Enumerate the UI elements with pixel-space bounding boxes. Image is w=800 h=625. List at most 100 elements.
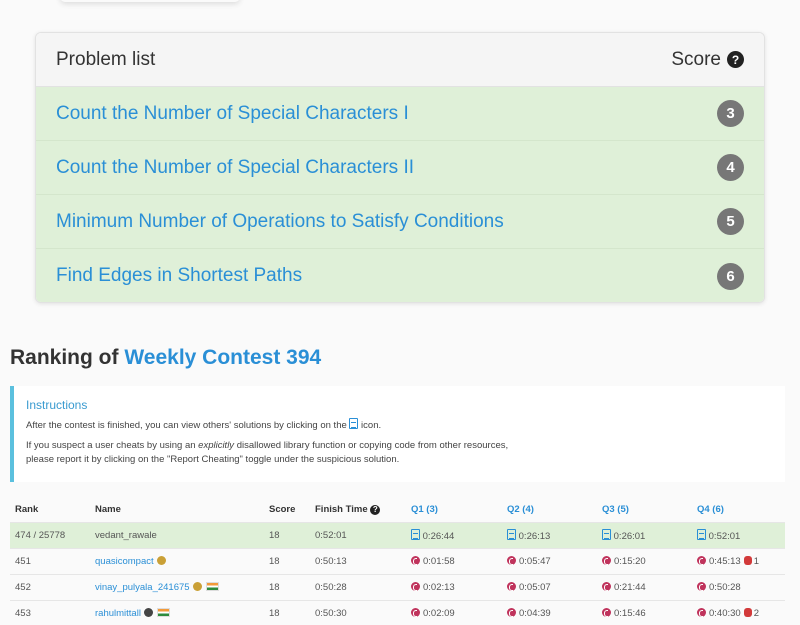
rank-cell: 451 bbox=[10, 547, 90, 574]
q1-time: 0:02:13 bbox=[423, 581, 455, 593]
table-row: 451 quasicompact 18 0:50:13 0:01:58 0:05… bbox=[10, 547, 785, 574]
penalty-count: 1 bbox=[753, 555, 759, 567]
instructions-text-1: After the contest is finished, you can v… bbox=[26, 418, 773, 433]
q4-time: 0:45:13 bbox=[709, 555, 741, 567]
header-q2[interactable]: Q2 (4) bbox=[502, 498, 597, 522]
q3-cell[interactable]: 0:15:20 bbox=[597, 547, 692, 574]
q1-cell[interactable]: 0:01:58 bbox=[406, 547, 502, 574]
solution-doc-icon bbox=[349, 418, 359, 429]
leetcode-icon[interactable] bbox=[602, 607, 611, 617]
bug-icon bbox=[743, 607, 752, 617]
leetcode-icon[interactable] bbox=[411, 555, 420, 565]
problem-row-1: Count the Number of Special Characters I… bbox=[36, 87, 764, 141]
leetcode-icon[interactable] bbox=[507, 607, 516, 617]
guardian-badge-icon bbox=[192, 581, 202, 591]
problem-row-3: Minimum Number of Operations to Satisfy … bbox=[36, 195, 764, 249]
instructions-text-2: If you suspect a user cheats by using an… bbox=[26, 439, 773, 467]
header-finish-label: Finish Time bbox=[315, 504, 368, 516]
q2-cell[interactable]: 0:26:13 bbox=[502, 521, 597, 548]
user-link[interactable]: quasicompact bbox=[95, 556, 154, 567]
question-circle-icon[interactable]: ? bbox=[727, 51, 744, 68]
header-finish: Finish Time ? bbox=[310, 498, 406, 522]
leetcode-icon[interactable] bbox=[697, 555, 706, 565]
problem-row-2: Count the Number of Special Characters I… bbox=[36, 141, 764, 195]
header-rank: Rank bbox=[15, 504, 39, 516]
solution-doc-icon[interactable] bbox=[697, 528, 706, 540]
score-badge: 4 bbox=[717, 154, 744, 181]
leetcode-icon[interactable] bbox=[411, 607, 420, 617]
instructions-emphasis: explicitly bbox=[198, 439, 235, 451]
leetcode-icon[interactable] bbox=[602, 555, 611, 565]
q3-cell[interactable]: 0:21:44 bbox=[597, 573, 692, 600]
problem-list-panel: Problem list Score ? Count the Number of… bbox=[35, 32, 765, 303]
table-header: Rank Name Score Finish Time ? Q1 (3) Q2 … bbox=[10, 498, 785, 522]
top-card-edge bbox=[60, 0, 240, 2]
table-row: 453 rahulmittall 18 0:50:30 0:02:09 0:04… bbox=[10, 599, 785, 625]
finish-cell: 0:52:01 bbox=[310, 521, 406, 548]
q1-time: 0:02:09 bbox=[423, 607, 455, 619]
header-q1[interactable]: Q1 (3) bbox=[406, 498, 502, 522]
ranking-title: Ranking of Weekly Contest 394 bbox=[10, 346, 321, 370]
header-q3[interactable]: Q3 (5) bbox=[597, 498, 692, 522]
finish-cell: 0:50:30 bbox=[310, 599, 406, 625]
ranking-table: Rank Name Score Finish Time ? Q1 (3) Q2 … bbox=[10, 498, 785, 625]
q4-cell[interactable]: 0:52:01 bbox=[692, 521, 785, 548]
rank-cell: 474 / 25778 bbox=[10, 521, 90, 548]
leetcode-icon[interactable] bbox=[697, 607, 706, 617]
leetcode-icon[interactable] bbox=[507, 555, 516, 565]
instructions-line2-end: disallowed library function or copying c… bbox=[236, 439, 509, 451]
guardian-badge-icon bbox=[156, 555, 166, 565]
q1-cell[interactable]: 0:02:09 bbox=[406, 599, 502, 625]
finish-cell: 0:50:13 bbox=[310, 547, 406, 574]
q3-cell[interactable]: 0:15:46 bbox=[597, 599, 692, 625]
instructions-line1: After the contest is finished, you can v… bbox=[26, 420, 347, 431]
problem-link-3[interactable]: Minimum Number of Operations to Satisfy … bbox=[56, 211, 504, 233]
leetcode-icon[interactable] bbox=[697, 581, 706, 591]
user-link[interactable]: rahulmittall bbox=[95, 608, 141, 619]
q1-cell[interactable]: 0:02:13 bbox=[406, 573, 502, 600]
rank-cell: 452 bbox=[10, 573, 90, 600]
name-cell: vinay_pulyala_241675 bbox=[90, 573, 264, 600]
q3-time: 0:21:44 bbox=[614, 581, 646, 593]
rank-cell: 453 bbox=[10, 599, 90, 625]
q3-cell[interactable]: 0:26:01 bbox=[597, 521, 692, 548]
q3-time: 0:15:20 bbox=[614, 555, 646, 567]
table-row: 452 vinay_pulyala_241675 18 0:50:28 0:02… bbox=[10, 573, 785, 600]
solution-doc-icon[interactable] bbox=[411, 528, 420, 540]
contest-link[interactable]: Weekly Contest 394 bbox=[124, 346, 321, 369]
leetcode-icon[interactable] bbox=[602, 581, 611, 591]
bug-icon bbox=[743, 555, 752, 565]
q2-cell[interactable]: 0:05:47 bbox=[502, 547, 597, 574]
india-flag-icon bbox=[205, 581, 219, 591]
q3-time: 0:15:46 bbox=[614, 607, 646, 619]
q4-time: 0:52:01 bbox=[708, 530, 741, 542]
problem-link-4[interactable]: Find Edges in Shortest Paths bbox=[56, 265, 302, 287]
leetcode-icon[interactable] bbox=[507, 581, 516, 591]
india-flag-icon bbox=[156, 607, 170, 617]
leetcode-icon[interactable] bbox=[411, 581, 420, 591]
header-q4[interactable]: Q4 (6) bbox=[692, 498, 785, 522]
instructions-line1-end: icon. bbox=[361, 420, 382, 431]
q4-time: 0:50:28 bbox=[709, 581, 741, 593]
instructions-box: Instructions After the contest is finish… bbox=[10, 386, 785, 482]
name-cell: quasicompact bbox=[90, 547, 264, 574]
q2-cell[interactable]: 0:04:39 bbox=[502, 599, 597, 625]
q1-cell[interactable]: 0:26:44 bbox=[406, 521, 502, 548]
q4-cell[interactable]: 0:45:13 1 bbox=[692, 547, 785, 574]
score-label: Score bbox=[671, 48, 721, 70]
question-circle-icon[interactable]: ? bbox=[370, 504, 381, 515]
q4-cell[interactable]: 0:40:30 2 bbox=[692, 599, 785, 625]
q4-cell[interactable]: 0:50:28 bbox=[692, 573, 785, 600]
problem-link-1[interactable]: Count the Number of Special Characters I bbox=[56, 103, 409, 125]
user-link[interactable]: vinay_pulyala_241675 bbox=[95, 582, 190, 593]
score-cell: 18 bbox=[264, 573, 310, 600]
q3-time: 0:26:01 bbox=[613, 530, 646, 542]
q2-time: 0:26:13 bbox=[518, 530, 551, 542]
score-cell: 18 bbox=[264, 547, 310, 574]
problem-link-2[interactable]: Count the Number of Special Characters I… bbox=[56, 157, 414, 179]
q2-cell[interactable]: 0:05:07 bbox=[502, 573, 597, 600]
table-row: 474 / 25778 vedant_rawale 18 0:52:01 0:2… bbox=[10, 521, 785, 548]
solution-doc-icon[interactable] bbox=[602, 528, 611, 540]
q1-time: 0:26:44 bbox=[422, 530, 455, 542]
solution-doc-icon[interactable] bbox=[507, 528, 516, 540]
